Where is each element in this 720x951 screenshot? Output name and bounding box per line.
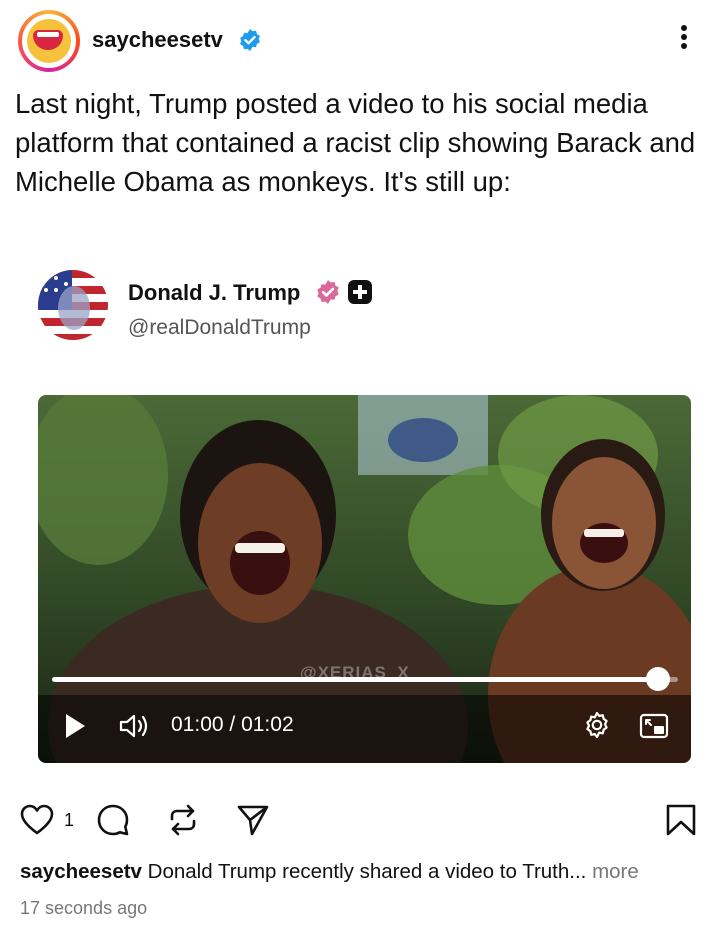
plus-badge-icon bbox=[348, 280, 372, 304]
repost-icon[interactable] bbox=[166, 803, 200, 837]
video-progress-fill bbox=[52, 677, 658, 682]
account-username[interactable]: saycheesetv bbox=[92, 27, 223, 53]
embedded-handle: @realDonaldTrump bbox=[128, 316, 311, 339]
picture-in-picture-icon[interactable] bbox=[639, 713, 669, 739]
bookmark-icon[interactable] bbox=[664, 803, 698, 837]
embedded-avatar bbox=[38, 270, 108, 340]
time-separator: / bbox=[223, 713, 242, 736]
play-icon[interactable] bbox=[64, 713, 86, 739]
more-vertical-icon[interactable] bbox=[674, 22, 694, 58]
post-header: saycheesetv bbox=[0, 0, 720, 84]
video-scrubber-handle[interactable] bbox=[646, 667, 670, 691]
avatar-image bbox=[22, 14, 76, 68]
comment-icon[interactable] bbox=[96, 803, 130, 837]
verified-badge-icon bbox=[240, 29, 260, 51]
account-avatar[interactable] bbox=[18, 10, 80, 72]
heart-icon[interactable] bbox=[20, 803, 54, 837]
embedded-display-name[interactable]: Donald J. Trump bbox=[128, 280, 300, 306]
flag-portrait-avatar bbox=[38, 270, 108, 340]
footer-username[interactable]: saycheesetv bbox=[20, 860, 142, 883]
like-count[interactable]: 1 bbox=[64, 810, 74, 831]
video-frame bbox=[38, 395, 691, 763]
more-link[interactable]: more bbox=[592, 860, 639, 883]
gear-icon[interactable] bbox=[582, 710, 612, 740]
volume-icon[interactable] bbox=[118, 712, 150, 740]
avatar-logo-teeth bbox=[37, 32, 59, 37]
video-player[interactable]: @XERIAS_X 01:00 / 01:02 bbox=[38, 395, 691, 763]
footer-caption-text: Donald Trump recently shared a video to … bbox=[147, 860, 587, 883]
duration: 01:02 bbox=[241, 713, 294, 736]
post-timestamp: 17 seconds ago bbox=[20, 898, 148, 918]
truth-verified-badge-icon bbox=[317, 280, 339, 304]
video-time-display: 01:00 / 01:02 bbox=[171, 713, 294, 737]
post-actions-bar: 1 bbox=[0, 795, 720, 845]
current-time: 01:00 bbox=[171, 713, 224, 736]
send-icon[interactable] bbox=[236, 803, 270, 837]
footer-caption: saycheesetv Donald Trump recently shared… bbox=[20, 860, 639, 884]
post-caption: Last night, Trump posted a video to his … bbox=[15, 88, 696, 197]
